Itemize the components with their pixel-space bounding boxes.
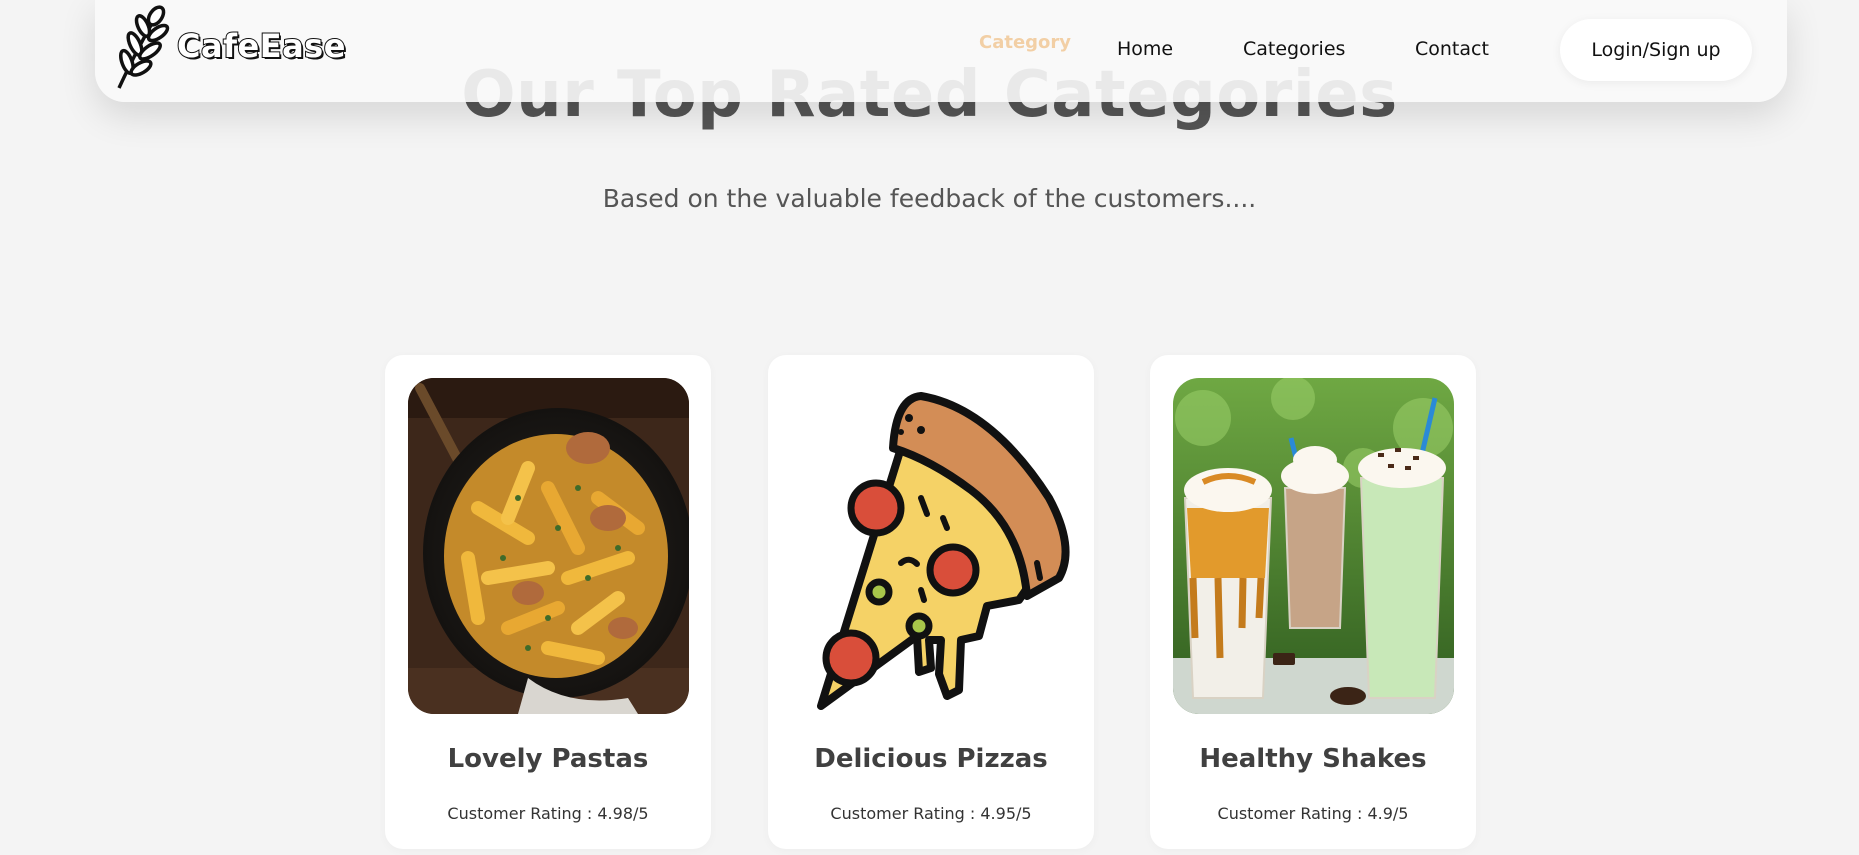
wheat-logo-icon	[117, 5, 170, 89]
logo[interactable]: CafeEase	[109, 0, 346, 92]
navbar: CafeEase Category Home Categories Contac…	[95, 0, 1787, 102]
shakes-image	[1173, 378, 1454, 714]
nav-link-home[interactable]: Home	[1117, 38, 1173, 60]
category-rating: Customer Rating : 4.95/5	[830, 804, 1032, 823]
nav-link-categories[interactable]: Categories	[1243, 38, 1345, 60]
category-card-pastas[interactable]: Lovely Pastas Customer Rating : 4.98/5	[385, 355, 711, 849]
category-rating: Customer Rating : 4.98/5	[447, 804, 649, 823]
pizza-slice-icon	[791, 378, 1072, 714]
page-subtitle: Based on the valuable feedback of the cu…	[602, 184, 1257, 213]
nav-link-contact[interactable]: Contact	[1415, 38, 1489, 60]
category-title: Healthy Shakes	[1199, 744, 1427, 774]
pasta-image	[408, 378, 689, 714]
category-title: Lovely Pastas	[447, 744, 649, 774]
category-card-pizzas[interactable]: Delicious Pizzas Customer Rating : 4.95/…	[768, 355, 1094, 849]
logo-text: CafeEase	[176, 26, 346, 66]
category-title: Delicious Pizzas	[814, 744, 1048, 774]
login-signup-button[interactable]: Login/Sign up	[1560, 19, 1752, 81]
category-rating: Customer Rating : 4.9/5	[1217, 804, 1409, 823]
category-card-shakes[interactable]: Healthy Shakes Customer Rating : 4.9/5	[1150, 355, 1476, 849]
